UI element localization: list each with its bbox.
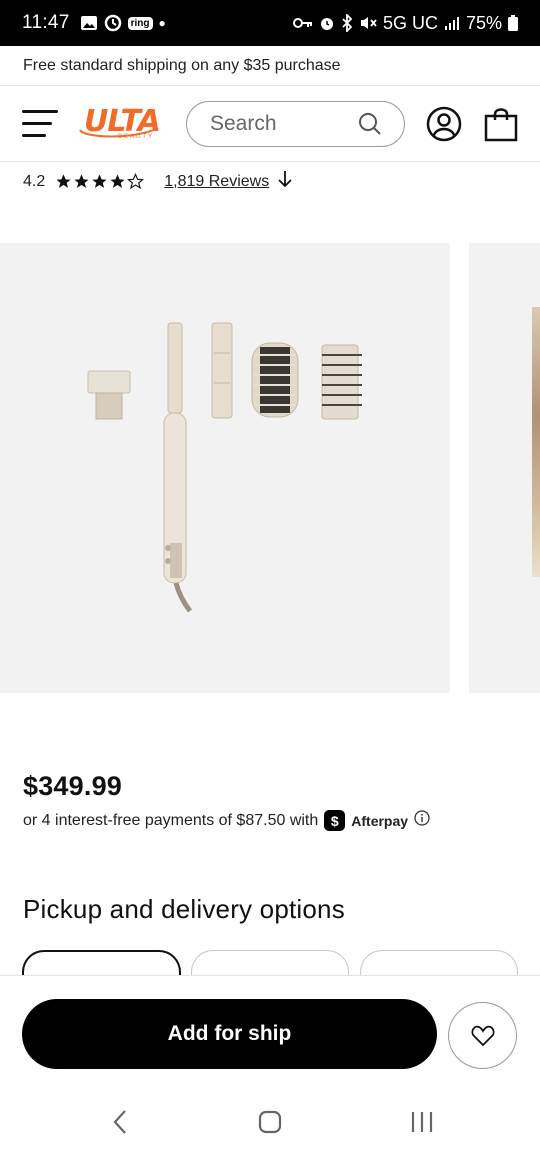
round-brush-attachment <box>251 342 299 418</box>
model-photo-peek <box>532 307 540 577</box>
gallery-icon <box>80 15 98 31</box>
status-time: 11:47 <box>22 12 70 33</box>
afterpay-icon: $ <box>324 810 346 831</box>
sticky-cta-bar: Add for ship <box>0 975 540 1085</box>
recents-icon[interactable] <box>410 1107 436 1142</box>
status-bar: 11:47 ring ● 5G UC 75% <box>0 0 540 46</box>
mute-icon <box>359 15 377 31</box>
product-price: $349.99 <box>23 771 122 801</box>
search-input[interactable]: Search <box>186 101 405 147</box>
network-type: 5G UC <box>382 12 438 33</box>
logo-subtext: BEAUTY <box>118 134 155 140</box>
afterpay-label: Afterpay <box>351 812 409 829</box>
battery-level: 75% <box>465 12 502 33</box>
heart-icon <box>470 1025 495 1046</box>
info-icon[interactable] <box>414 810 430 831</box>
rating-value: 4.2 <box>23 172 46 190</box>
ulta-logo[interactable]: ULTA BEAUTY <box>78 104 164 144</box>
arrow-down-icon[interactable] <box>277 170 293 193</box>
curler-attachment <box>211 322 233 419</box>
menu-icon[interactable] <box>22 108 58 140</box>
search-placeholder: Search <box>210 112 277 135</box>
styler-handle <box>163 322 192 613</box>
signal-icon <box>444 15 460 31</box>
add-for-ship-button[interactable]: Add for ship <box>22 999 437 1069</box>
back-icon[interactable] <box>110 1107 130 1142</box>
shipping-promo-banner: Free standard shipping on any $35 purcha… <box>0 46 540 86</box>
search-icon[interactable] <box>358 112 382 142</box>
promo-text: Free standard shipping on any $35 purcha… <box>23 56 341 74</box>
star-full-icon <box>56 174 71 188</box>
key-icon <box>292 17 313 29</box>
installment-text: or 4 interest-free payments of $87.50 wi… <box>23 811 319 829</box>
concentrator-attachment <box>87 370 131 420</box>
rating-row: 4.2 1,819 Reviews <box>23 170 293 193</box>
battery-icon <box>508 15 518 31</box>
product-image-main[interactable] <box>0 243 450 693</box>
account-icon[interactable] <box>426 106 462 147</box>
star-empty-icon <box>127 173 145 190</box>
rating-stars <box>55 173 145 190</box>
site-header: ULTA BEAUTY Search <box>0 86 540 162</box>
pickup-heading: Pickup and delivery options <box>23 894 345 924</box>
product-image-next[interactable] <box>469 243 540 693</box>
hair-styler-set-image <box>87 322 362 613</box>
favorite-button[interactable] <box>448 1002 517 1069</box>
paddle-brush-attachment <box>321 344 362 420</box>
shopping-bag-icon[interactable] <box>484 106 518 147</box>
installment-info: or 4 interest-free payments of $87.50 wi… <box>23 810 430 831</box>
star-full-icon <box>74 174 89 188</box>
system-nav-bar <box>0 1085 540 1158</box>
alarm-icon <box>319 15 335 31</box>
ring-app-icon: ring <box>127 16 153 30</box>
sync-icon <box>104 14 122 32</box>
bluetooth-icon <box>341 14 353 32</box>
notification-dot-icon: ● <box>158 16 166 30</box>
reviews-link[interactable]: 1,819 Reviews <box>164 173 269 191</box>
star-full-icon <box>110 174 125 188</box>
star-full-icon <box>92 174 107 188</box>
home-icon[interactable] <box>258 1107 284 1142</box>
